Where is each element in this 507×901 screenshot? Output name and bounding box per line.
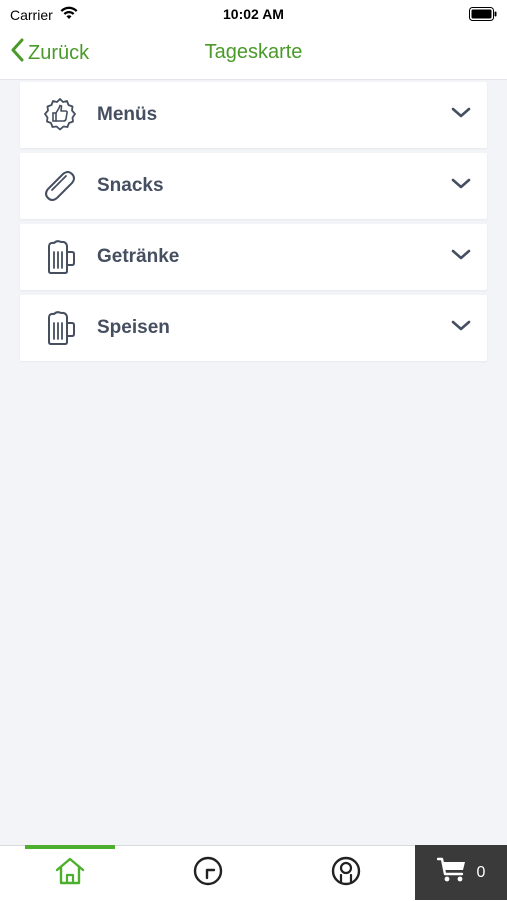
- category-item-menus[interactable]: Menüs: [20, 82, 487, 148]
- active-tab-indicator: [25, 845, 115, 849]
- tab-profile[interactable]: [301, 846, 391, 901]
- category-label: Getränke: [97, 246, 180, 267]
- cart-icon: [436, 857, 467, 888]
- tab-home[interactable]: [25, 845, 115, 901]
- chevron-down-icon: [451, 106, 471, 124]
- category-item-speisen[interactable]: Speisen: [20, 295, 487, 361]
- battery-icon: [469, 7, 497, 24]
- badge-thumbs-up-icon: [40, 95, 80, 135]
- tab-orders[interactable]: [163, 846, 253, 901]
- category-item-snacks[interactable]: Snacks: [20, 153, 487, 219]
- clock-icon: [192, 855, 224, 892]
- navigation-bar: Zurück Tageskarte: [0, 28, 507, 80]
- chevron-down-icon: [451, 319, 471, 337]
- category-label: Snacks: [97, 175, 164, 196]
- status-bar: Carrier 10:02 AM: [0, 0, 507, 28]
- chevron-down-icon: [451, 177, 471, 195]
- beer-mug-icon: [40, 237, 80, 277]
- cart-count: 0: [476, 863, 486, 881]
- category-label: Menüs: [97, 104, 158, 125]
- category-label: Speisen: [97, 317, 170, 338]
- cart-button[interactable]: 0: [415, 845, 507, 900]
- category-list: Menüs Snacks Getränke Speisen: [20, 82, 487, 366]
- beer-mug-icon: [40, 308, 80, 348]
- category-item-getraenke[interactable]: Getränke: [20, 224, 487, 290]
- chevron-down-icon: [451, 248, 471, 266]
- status-time: 10:02 AM: [223, 6, 284, 22]
- page-title: Tageskarte: [204, 41, 303, 63]
- baguette-icon: [40, 166, 80, 206]
- home-icon: [54, 855, 86, 892]
- profile-icon: [330, 855, 362, 892]
